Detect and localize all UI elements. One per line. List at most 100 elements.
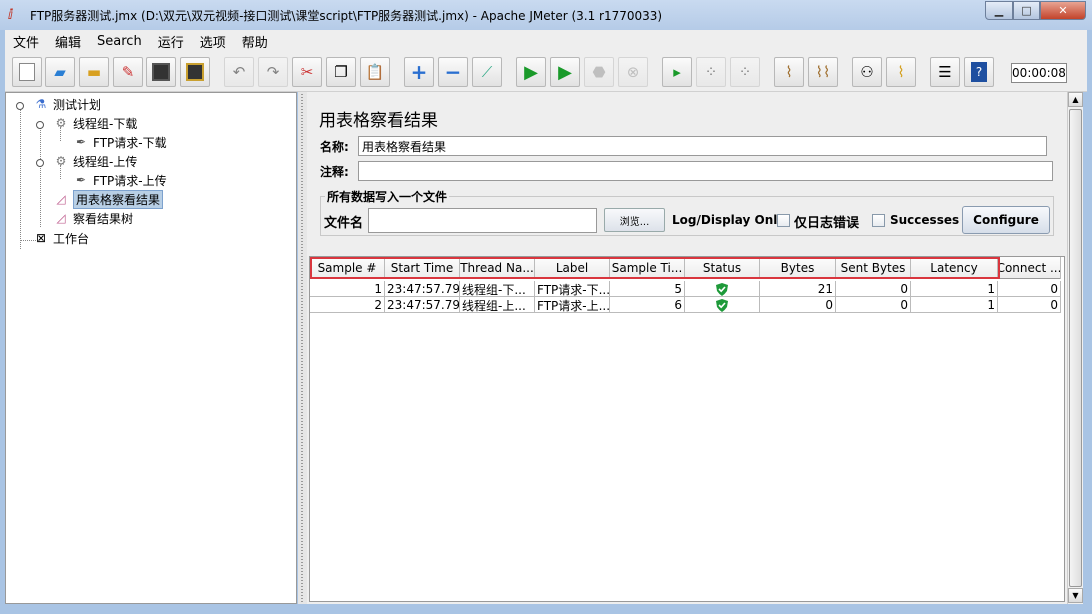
pipette-icon: ✒ [75, 135, 87, 149]
comment-field[interactable] [358, 161, 1053, 181]
tree-node-ftp-request-download[interactable]: ✒ FTP请求-下载 [72, 133, 167, 151]
scroll-thumb[interactable] [1069, 109, 1082, 587]
table-row[interactable]: 2 23:47:57.793 线程组-上... FTP请求-上... 6 0 0… [310, 297, 1061, 313]
col-label[interactable]: Label [535, 257, 610, 279]
start-icon[interactable]: ▶ [516, 57, 546, 87]
collapse-icon[interactable]: − [438, 57, 468, 87]
cell-label: FTP请求-上... [537, 297, 610, 313]
templates-icon[interactable]: ▰ [45, 57, 75, 87]
comment-label: 注释: [320, 164, 349, 179]
tree-handle-plan[interactable] [16, 102, 24, 110]
clear-all-icon[interactable]: ⌇⌇ [808, 57, 838, 87]
menu-bar: 文件 编辑 Search 运行 选项 帮助 [5, 30, 1087, 52]
title-bar: ⅈ FTP服务器测试.jmx (D:\双元\双元视频-接口测试\课堂script… [0, 0, 1092, 30]
tree-node-workbench[interactable]: ⊠ 工作台 [32, 229, 89, 247]
cell-sent-bytes: 0 [836, 281, 911, 297]
filename-label: 文件名 [324, 216, 364, 231]
tree-handle-group2[interactable] [36, 159, 44, 167]
cell-thread-name: 线程组-上... [460, 297, 535, 313]
configure-button[interactable]: Configure [962, 206, 1050, 234]
clear-icon[interactable]: ⌇ [774, 57, 804, 87]
close-button[interactable]: ✕ [1040, 1, 1086, 20]
menu-run[interactable]: 运行 [150, 32, 192, 51]
col-latency[interactable]: Latency [911, 257, 998, 279]
tree-node-test-plan[interactable]: ⚗ 测试计划 [32, 95, 101, 113]
menu-edit[interactable]: 编辑 [47, 32, 89, 51]
start-no-pause-icon[interactable]: ▶ [550, 57, 580, 87]
remote-stop-icon[interactable]: ⁘ [696, 57, 726, 87]
cell-sample: 2 [310, 297, 385, 313]
cell-bytes: 21 [760, 281, 836, 297]
col-status[interactable]: Status [685, 257, 760, 279]
table-row[interactable]: 1 23:47:57.792 线程组-下... FTP请求-下... 5 21 … [310, 281, 1061, 297]
tree-node-view-results-tree[interactable]: ◿ 察看结果树 [52, 209, 133, 227]
menu-help[interactable]: 帮助 [234, 32, 276, 51]
help-icon[interactable]: ? [964, 57, 994, 87]
log-display-label: Log/Display Only: [672, 213, 790, 227]
col-sent-bytes[interactable]: Sent Bytes [836, 257, 911, 279]
cell-sample-time: 6 [610, 297, 685, 313]
tree-node-thread-group-download[interactable]: ⚙ 线程组-下载 [52, 114, 138, 132]
scroll-down-icon[interactable]: ▼ [1068, 588, 1083, 603]
function-helper-icon[interactable]: ☰ [930, 57, 960, 87]
cell-label: FTP请求-下... [537, 281, 610, 297]
name-row: 名称: 用表格察看结果 [320, 135, 1047, 157]
redo-icon[interactable]: ↷ [258, 57, 288, 87]
col-connect[interactable]: Connect ... [998, 257, 1061, 279]
chart-icon: ◿ [56, 192, 66, 206]
col-sample-time[interactable]: Sample Ti... [610, 257, 685, 279]
open-icon[interactable]: ▬ [79, 57, 109, 87]
jmeter-app-icon: ⅈ [8, 7, 13, 23]
right-panel-scrollbar[interactable]: ▲ ▼ [1067, 92, 1083, 604]
menu-options[interactable]: 选项 [192, 32, 234, 51]
successes-checkbox[interactable] [872, 214, 885, 227]
save-icon[interactable] [146, 57, 176, 87]
chart-icon: ◿ [56, 211, 66, 225]
tree-node-ftp-request-upload[interactable]: ✒ FTP请求-上传 [72, 171, 167, 189]
search-icon[interactable]: ⚇ [852, 57, 882, 87]
maximize-button[interactable]: □ [1013, 1, 1040, 20]
col-sample-number[interactable]: Sample # [310, 257, 385, 279]
expand-icon[interactable]: + [404, 57, 434, 87]
workbench-icon: ⊠ [35, 231, 47, 245]
errors-checkbox[interactable] [777, 214, 790, 227]
cell-latency: 1 [911, 297, 998, 313]
errors-label: 仅日志错误 [794, 216, 860, 231]
menu-search[interactable]: Search [89, 34, 150, 49]
copy-icon[interactable]: ❐ [326, 57, 356, 87]
name-label: 名称: [320, 139, 349, 154]
menu-file[interactable]: 文件 [5, 32, 47, 51]
filename-field[interactable] [368, 208, 597, 233]
gear-icon: ⚙ [55, 154, 67, 168]
cut-icon[interactable]: ✂ [292, 57, 322, 87]
col-thread-name[interactable]: Thread Na... [460, 257, 535, 279]
tree-node-thread-group-upload[interactable]: ⚙ 线程组-上传 [52, 152, 138, 170]
undo-icon[interactable]: ↶ [224, 57, 254, 87]
results-table: Sample # Start Time Thread Na... Label S… [309, 256, 1065, 602]
save-as-icon[interactable] [180, 57, 210, 87]
browse-button[interactable]: 浏览... [604, 208, 665, 232]
remote-shutdown-icon[interactable]: ⁘ [730, 57, 760, 87]
stop-icon[interactable]: ⬣ [584, 57, 614, 87]
close-file-icon[interactable]: ✎ [113, 57, 143, 87]
paste-icon[interactable]: 📋 [360, 57, 390, 87]
tree-node-view-results-table[interactable]: ◿ 用表格察看结果 [52, 189, 164, 209]
new-icon[interactable] [12, 57, 42, 87]
window-controls: ▁ □ ✕ [985, 1, 1086, 20]
minimize-button[interactable]: ▁ [985, 1, 1013, 20]
reset-search-icon[interactable]: ⌇ [886, 57, 916, 87]
col-bytes[interactable]: Bytes [760, 257, 836, 279]
name-field[interactable]: 用表格察看结果 [358, 136, 1047, 156]
remote-start-icon[interactable]: ▸ [662, 57, 692, 87]
cell-status [685, 297, 760, 313]
comment-row: 注释: [320, 160, 1053, 182]
tree-handle-group1[interactable] [36, 121, 44, 129]
success-shield-icon [716, 298, 728, 312]
shutdown-icon[interactable]: ⊗ [618, 57, 648, 87]
pane-splitter[interactable] [298, 92, 307, 604]
cell-connect: 0 [998, 281, 1061, 297]
toggle-icon[interactable]: ⟋ [472, 57, 502, 87]
flask-icon: ⚗ [35, 97, 47, 111]
scroll-up-icon[interactable]: ▲ [1068, 92, 1083, 107]
col-start-time[interactable]: Start Time [385, 257, 460, 279]
